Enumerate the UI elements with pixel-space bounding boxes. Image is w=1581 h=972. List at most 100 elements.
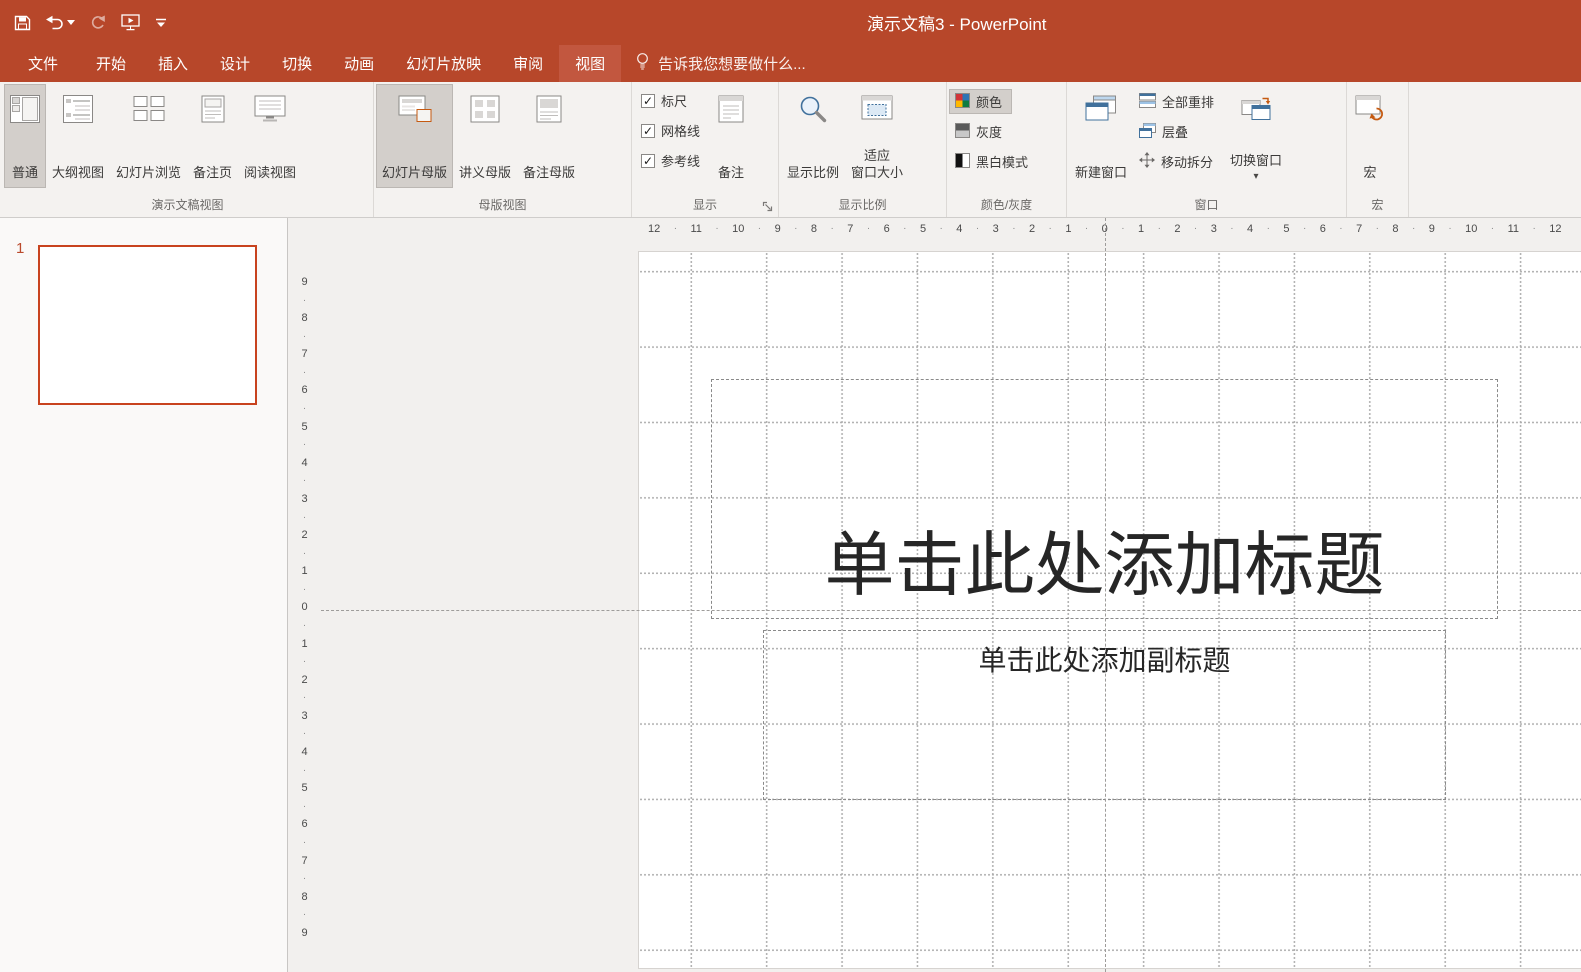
- outline-view-button[interactable]: 大纲视图: [46, 84, 110, 188]
- ruler-tick: ·: [1158, 224, 1161, 234]
- reading-view-button[interactable]: 阅读视图: [238, 84, 302, 188]
- button-label: 备注页: [193, 165, 232, 182]
- ruler-number: 8: [301, 892, 307, 903]
- notes-master-icon: [536, 92, 562, 126]
- ruler-tick: ·: [303, 296, 306, 306]
- group-label: 演示文稿视图: [2, 196, 373, 213]
- save-icon[interactable]: [14, 15, 31, 31]
- button-label-line1: 适应: [864, 148, 890, 165]
- ribbon: 普通 大纲视图 幻灯片浏览 备注页: [0, 82, 1581, 218]
- ruler-number: 12: [1549, 224, 1561, 235]
- checkbox-label: 网格线: [661, 121, 700, 140]
- group-label: 窗口: [1067, 196, 1346, 213]
- ruler-number: 10: [1465, 224, 1477, 235]
- ruler-number: 4: [301, 458, 307, 469]
- button-label: 幻灯片母版: [382, 165, 447, 182]
- slide-number: 1: [16, 240, 24, 257]
- group-show: ✓标尺 ✓网格线 ✓ 参考线 备注 显示: [632, 82, 779, 217]
- slide-master-button[interactable]: 幻灯片母版: [376, 84, 453, 188]
- tab-design[interactable]: 设计: [204, 45, 266, 82]
- cascade-icon: [1139, 123, 1156, 141]
- ruler-number: 11: [1508, 224, 1519, 235]
- button-label: 普通: [12, 165, 38, 182]
- slideshow-icon[interactable]: [121, 14, 140, 31]
- grayscale-icon: [955, 123, 970, 141]
- tab-view[interactable]: 视图: [559, 45, 621, 82]
- tab-transitions[interactable]: 切换: [266, 45, 328, 82]
- slide-sorter-button[interactable]: 幻灯片浏览: [110, 84, 187, 188]
- ruler-number: 5: [1283, 224, 1289, 235]
- ruler-number: 2: [301, 530, 307, 541]
- workspace: 1 12·11·10·9·8·7·6·5·4·3·2·1·0·1·2·3·4·5…: [0, 218, 1581, 972]
- tab-file[interactable]: 文件: [6, 45, 80, 82]
- ruler-tick: ·: [758, 224, 761, 234]
- ruler-tick: ·: [867, 224, 870, 234]
- checkbox-guides[interactable]: ✓ 参考线: [641, 151, 700, 170]
- group-label: 颜色/灰度: [947, 196, 1066, 213]
- checkbox-gridlines[interactable]: ✓网格线: [641, 121, 700, 140]
- button-label: 全部重排: [1162, 92, 1214, 111]
- notes-page-button[interactable]: 备注页: [187, 84, 238, 188]
- fit-to-window-button[interactable]: 适应 窗口大小: [845, 84, 909, 188]
- zoom-button[interactable]: 显示比例: [781, 84, 845, 188]
- undo-icon[interactable]: [46, 15, 75, 30]
- ruler-tick: ·: [1532, 224, 1535, 234]
- notes-master-button[interactable]: 备注母版: [517, 84, 581, 188]
- button-label: 备注母版: [523, 165, 575, 182]
- redo-icon[interactable]: [90, 15, 106, 30]
- dialog-launcher-icon[interactable]: [762, 200, 774, 212]
- group-label: 显示: [632, 196, 778, 213]
- checkbox-ruler[interactable]: ✓标尺: [641, 91, 700, 110]
- tab-slide-show[interactable]: 幻灯片放映: [390, 45, 497, 82]
- tab-home[interactable]: 开始: [80, 45, 142, 82]
- tell-me-box[interactable]: 告诉我您想要做什么...: [621, 45, 820, 82]
- ruler-tick: ·: [303, 693, 306, 703]
- checkbox-icon: ✓: [641, 154, 655, 168]
- ruler-number: 10: [732, 224, 744, 235]
- color-icon: [955, 93, 970, 111]
- group-presentation-views: 普通 大纲视图 幻灯片浏览 备注页: [2, 82, 374, 217]
- macros-icon: [1355, 92, 1385, 126]
- arrange-all-button[interactable]: 全部重排: [1133, 89, 1224, 114]
- button-label: 阅读视图: [244, 165, 296, 182]
- handout-master-button[interactable]: 讲义母版: [453, 84, 517, 188]
- notes-page-icon: [201, 92, 225, 126]
- grayscale-button[interactable]: 灰度: [949, 119, 1012, 144]
- ruler-number: 7: [301, 856, 307, 867]
- horizontal-guide[interactable]: [321, 610, 1581, 611]
- ruler-number: 2: [1174, 224, 1180, 235]
- macros-button[interactable]: 宏: [1349, 84, 1391, 188]
- ruler-number: 7: [1356, 224, 1362, 235]
- ruler-tick: ·: [1012, 224, 1015, 234]
- button-label: 讲义母版: [459, 165, 511, 182]
- ruler-number: 1: [1065, 224, 1071, 235]
- ruler-number: 3: [1211, 224, 1217, 235]
- ruler-tick: ·: [940, 224, 943, 234]
- quick-access-toolbar: [0, 14, 167, 31]
- vertical-guide[interactable]: [1105, 218, 1106, 972]
- slide-thumbnail[interactable]: [38, 245, 257, 405]
- ruler-tick: ·: [303, 368, 306, 378]
- move-split-button[interactable]: 移动拆分: [1133, 149, 1223, 174]
- switch-windows-button[interactable]: 切换窗口 ▾: [1224, 84, 1288, 188]
- tab-review[interactable]: 审阅: [497, 45, 559, 82]
- zoom-icon: [798, 92, 828, 126]
- notes-button[interactable]: 备注: [712, 84, 750, 188]
- checkbox-label: 参考线: [661, 151, 700, 170]
- color-button[interactable]: 颜色: [949, 89, 1012, 114]
- button-label: 颜色: [976, 92, 1002, 111]
- ruler-tick: ·: [794, 224, 797, 234]
- button-label: 层叠: [1162, 122, 1188, 141]
- normal-view-button[interactable]: 普通: [4, 84, 46, 188]
- customize-qat-icon[interactable]: [155, 18, 167, 28]
- button-label: 大纲视图: [52, 165, 104, 182]
- ruler-tick: ·: [976, 224, 979, 234]
- ruler-number: 7: [301, 349, 307, 360]
- black-white-button[interactable]: 黑白模式: [949, 149, 1038, 174]
- ruler-tick: ·: [303, 513, 306, 523]
- cascade-button[interactable]: 层叠: [1133, 119, 1198, 144]
- tab-insert[interactable]: 插入: [142, 45, 204, 82]
- ruler-number: 6: [884, 224, 890, 235]
- tab-animations[interactable]: 动画: [328, 45, 390, 82]
- new-window-button[interactable]: 新建窗口: [1069, 84, 1133, 188]
